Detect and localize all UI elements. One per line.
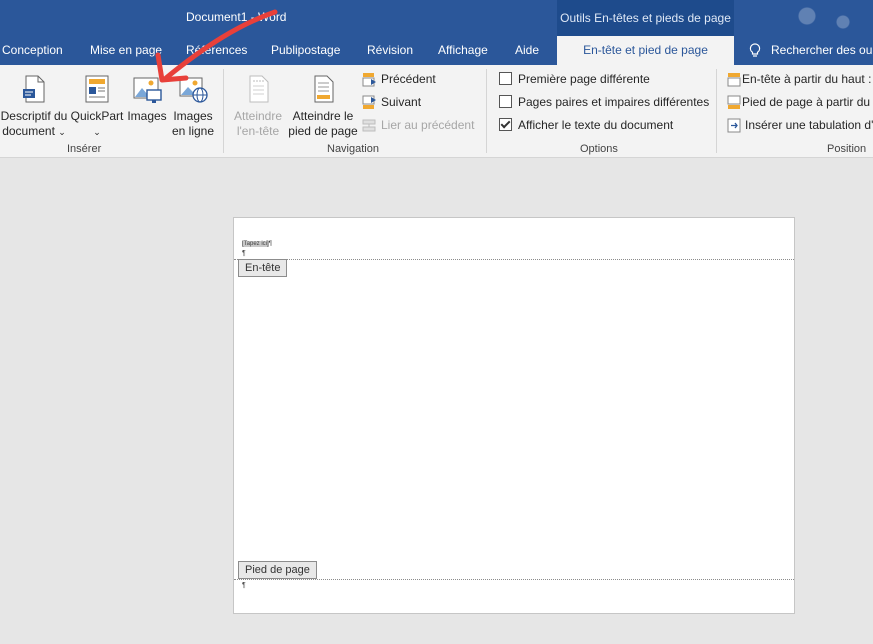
online-images-label-1: Images	[173, 109, 213, 123]
tab-conception[interactable]: Conception	[2, 36, 63, 65]
group-separator	[486, 69, 487, 153]
checkbox-box[interactable]	[499, 95, 512, 109]
header-placeholder-text[interactable]: [Tapez ici]¶	[242, 241, 272, 247]
window-title: Document1 - Word	[186, 10, 287, 24]
insert-alignment-tab-label: Insérer une tabulation d'	[745, 118, 873, 132]
go-to-footer-label-2: pied de page	[288, 124, 358, 138]
group-label-options: Options	[580, 143, 618, 155]
tab-en-tete-pied-de-page[interactable]: En-tête et pied de page	[557, 36, 734, 65]
footer-from-bottom-control[interactable]: Pied de page à partir du	[727, 92, 870, 112]
online-images-icon	[179, 77, 208, 103]
link-to-previous-label: Lier au précédent	[381, 118, 475, 132]
footer-tag: Pied de page	[238, 561, 317, 579]
online-images-label-2: en ligne	[171, 124, 215, 138]
different-odd-even-checkbox[interactable]: Pages paires et impaires différentes	[499, 92, 709, 112]
header-position-icon	[727, 73, 741, 87]
footer-from-bottom-label: Pied de page à partir du	[742, 95, 871, 109]
images-label: Images	[127, 109, 167, 123]
go-to-header-label-2: l'en-tête	[236, 124, 280, 138]
title-bar: Document1 - Word Outils En-têtes et pied…	[0, 0, 873, 36]
document-page[interactable]: [Tapez ici]¶ ¶ En-tête Pied de page ¶	[233, 217, 795, 614]
go-to-footer-icon	[314, 75, 334, 103]
different-odd-even-label: Pages paires et impaires différentes	[518, 95, 710, 109]
document-info-icon	[23, 75, 45, 103]
next-icon	[362, 95, 376, 110]
document-info-button[interactable]: Descriptif du document ⌄	[0, 73, 68, 140]
header-boundary-line	[234, 259, 794, 260]
group-label-navigation: Navigation	[327, 143, 379, 155]
chevron-down-icon: ⌄	[93, 127, 101, 137]
group-separator	[716, 69, 717, 153]
quickpart-label: QuickPart	[70, 109, 124, 123]
tab-mise-en-page[interactable]: Mise en page	[90, 36, 162, 65]
insert-alignment-tab-button[interactable]: Insérer une tabulation d'	[727, 115, 873, 135]
previous-icon	[362, 73, 376, 87]
link-to-previous-button[interactable]: Lier au précédent	[362, 115, 474, 135]
lightbulb-icon	[749, 43, 761, 57]
contextual-tab-title: Outils En-têtes et pieds de page	[557, 0, 734, 36]
next-button[interactable]: Suivant	[362, 92, 421, 112]
document-info-label-1: Descriptif du	[0, 109, 68, 123]
ribbon: Descriptif du document ⌄ QuickPart ⌄ Ima…	[0, 65, 873, 158]
images-button[interactable]: Images	[126, 73, 168, 124]
online-images-button[interactable]: Images en ligne	[169, 73, 217, 139]
footer-paragraph-mark: ¶	[242, 582, 246, 589]
show-document-text-label: Afficher le texte du document	[518, 118, 674, 132]
checkbox-box-checked[interactable]	[499, 118, 512, 132]
next-label: Suivant	[381, 95, 422, 109]
group-separator	[223, 69, 224, 153]
group-label-position: Position	[827, 143, 867, 155]
go-to-footer-button[interactable]: Atteindre le pied de page	[287, 73, 359, 139]
quickpart-button[interactable]: QuickPart ⌄	[69, 73, 125, 140]
tell-me-search[interactable]: Rechercher des ou	[749, 36, 872, 65]
tab-affichage[interactable]: Affichage	[438, 36, 488, 65]
go-to-header-button[interactable]: Atteindre l'en-tête	[228, 73, 288, 139]
show-document-text-checkbox[interactable]: Afficher le texte du document	[499, 115, 673, 135]
previous-label: Précédent	[381, 72, 436, 86]
header-paragraph-mark: ¶	[242, 250, 246, 257]
footer-boundary-line	[234, 579, 794, 580]
footer-position-icon	[727, 95, 741, 110]
images-icon	[133, 77, 162, 103]
link-icon	[362, 119, 376, 132]
tab-publipostage[interactable]: Publipostage	[271, 36, 340, 65]
header-from-top-label: En-tête à partir du haut :	[742, 72, 872, 86]
different-first-page-label: Première page différente	[518, 72, 650, 86]
chevron-down-icon: ⌄	[58, 127, 66, 137]
go-to-header-icon	[249, 75, 269, 103]
ribbon-tab-bar: Conception Mise en page Références Publi…	[0, 36, 873, 65]
different-first-page-checkbox[interactable]: Première page différente	[499, 69, 650, 89]
title-bar-decoration	[780, 4, 870, 34]
go-to-footer-label-1: Atteindre le	[292, 109, 354, 123]
document-info-label-2: document	[2, 124, 55, 138]
header-tag: En-tête	[238, 259, 288, 277]
tell-me-label: Rechercher des ou	[771, 43, 873, 57]
tab-revision[interactable]: Révision	[367, 36, 413, 65]
header-from-top-control[interactable]: En-tête à partir du haut :	[727, 69, 871, 89]
checkbox-box[interactable]	[499, 72, 512, 86]
quickpart-icon	[85, 75, 109, 103]
previous-button[interactable]: Précédent	[362, 69, 436, 89]
tab-aide[interactable]: Aide	[515, 36, 539, 65]
go-to-header-label-1: Atteindre	[233, 109, 283, 123]
tab-references[interactable]: Références	[186, 36, 247, 65]
alignment-tab-icon	[727, 118, 741, 133]
group-label-inserer: Insérer	[67, 143, 102, 155]
